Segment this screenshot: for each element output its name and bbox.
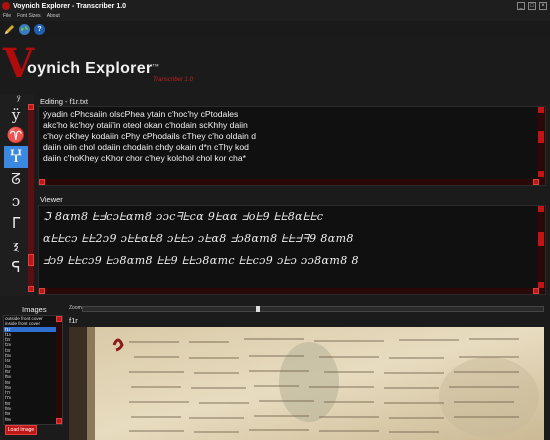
editor-line: daiin oiin chol odaiin chodain chdy okai… <box>43 142 249 152</box>
load-image-button[interactable]: Load Image <box>5 425 37 435</box>
editor-hscrollbar[interactable] <box>39 179 539 185</box>
zoom-label: Zoom <box>69 305 82 311</box>
scroll-left-button[interactable] <box>39 179 45 185</box>
image-list[interactable]: outside front cover inside front cover f… <box>3 315 63 425</box>
scroll-up-button[interactable] <box>56 316 62 322</box>
glyph-button[interactable]: ɔ <box>4 190 28 212</box>
app-window: Voynich Explorer - Transcriber 1.0 _ □ ×… <box>0 0 550 440</box>
app-logo: V oynich ExplorerTM Transcriber 1.0 <box>3 40 203 92</box>
scroll-down-button[interactable] <box>538 171 544 177</box>
viewer-line: ᖵɔ9 ᖶᖶcɔ9 ᖶɔ8ɑm8 ᖶᖶ9 ᖶᖶɔ8ɑmc ᖶᖶcɔ9 ɔᖶɔ ɔ… <box>43 254 359 267</box>
app-icon <box>2 2 10 10</box>
editor-line: ýyadin cPhcsaiin olscPhea ytain c'hoc'hy… <box>43 109 239 119</box>
maximize-button[interactable]: □ <box>528 2 536 10</box>
minimize-button[interactable]: _ <box>517 2 525 10</box>
scroll-left-button[interactable] <box>39 288 45 294</box>
pencil-icon[interactable] <box>4 24 15 35</box>
scroll-thumb[interactable] <box>28 254 34 266</box>
glyph-button[interactable]: ⲝ <box>4 234 28 256</box>
manuscript-image-view[interactable] <box>69 327 544 440</box>
image-filename: f1r <box>69 316 78 325</box>
glyph-sidebar: ÿ ÿ ♈ Ⴤ ᘔ ɔ ᒥ ⲝ ᕋ <box>0 94 34 296</box>
viewer-hscrollbar[interactable] <box>39 288 539 294</box>
scroll-down-button[interactable] <box>56 418 62 424</box>
scroll-up-button[interactable] <box>538 206 544 212</box>
viewer-label: Viewer <box>40 195 63 204</box>
glyph-button[interactable]: ᒥ <box>4 212 28 234</box>
scroll-up-button[interactable] <box>28 104 34 110</box>
scroll-right-button[interactable] <box>533 179 539 185</box>
help-icon[interactable]: ? <box>34 24 45 35</box>
editor-line: akc'ho kc'hoy otaii'in oteol okan c'hoda… <box>43 120 248 130</box>
menu-file[interactable]: File <box>3 12 11 21</box>
manuscript-image <box>69 327 544 440</box>
sidebar-scrollbar[interactable] <box>28 104 34 292</box>
list-item[interactable]: f9v <box>4 417 62 422</box>
image-list-scrollbar[interactable] <box>56 316 62 424</box>
glyph-button[interactable]: ÿ <box>4 104 28 126</box>
glyph-button-selected[interactable]: Ⴤ <box>4 146 28 168</box>
editor-vscrollbar[interactable] <box>537 107 545 185</box>
transcription-editor[interactable]: ýyadin cPhcsaiin olscPhea ytain c'hoc'hy… <box>38 106 546 186</box>
logo-tm: TM <box>152 62 159 68</box>
viewer-vscrollbar[interactable] <box>537 206 545 294</box>
images-label: Images <box>22 305 47 314</box>
scroll-thumb[interactable] <box>538 131 544 143</box>
editor-line: daiin c'hoKhey cKhor chor c'hey kolchol … <box>43 153 246 163</box>
scroll-thumb[interactable] <box>538 232 544 246</box>
glyph-viewer: ℑ 8ɑm8 ᖶᖵcɔᖶɑm8 ɔɔcᖷᖶcɑ 9ᖶɑɑ ᖵoᖶ9 ᖶᖶ8ɑᖶᖶ… <box>38 205 546 295</box>
viewer-line: ℑ 8ɑm8 ᖶᖵcɔᖶɑm8 ɔɔcᖷᖶcɑ 9ᖶɑɑ ᖵoᖶ9 ᖶᖶ8ɑᖶᖶ… <box>43 210 324 223</box>
scroll-up-button[interactable] <box>538 107 544 113</box>
viewer-line: ɑᖶᖶcɔ ᖶᖶ2ɔ9 ɔᖶᖶɑᖶ8 ɔᖶᖶɔ ɔᖶɑ8 ᖵɔ8ɑm8 ᖶᖶᖵᖷ… <box>43 232 354 245</box>
menu-about[interactable]: About <box>47 12 60 21</box>
menu-font-sizes[interactable]: Font Sizes <box>17 12 41 21</box>
window-controls: _ □ × <box>517 2 550 10</box>
glyph-button[interactable]: ♈ <box>4 124 28 146</box>
glyph-button[interactable]: ᘔ <box>4 168 28 190</box>
zoom-slider-knob[interactable] <box>256 306 260 312</box>
editor-line: c'hoy cKhey kodaiin cPhy cPhodails cThey… <box>43 131 256 141</box>
glyph-button[interactable]: ᕋ <box>4 256 28 278</box>
zoom-slider[interactable] <box>82 306 544 312</box>
title-bar: Voynich Explorer - Transcriber 1.0 _ □ × <box>0 0 550 12</box>
scroll-down-button[interactable] <box>28 286 34 292</box>
menu-bar: File Font Sizes About <box>0 12 550 21</box>
logo-subtitle: Transcriber 1.0 <box>153 77 193 83</box>
close-button[interactable]: × <box>539 2 547 10</box>
editor-label: Editing - f1r.txt <box>40 97 88 106</box>
globe-icon[interactable] <box>19 24 30 35</box>
scroll-right-button[interactable] <box>533 288 539 294</box>
logo-name: oynich Explorer <box>27 60 153 77</box>
toolbar: ? <box>0 21 550 38</box>
window-title: Voynich Explorer - Transcriber 1.0 <box>13 2 127 10</box>
logo-text: oynich ExplorerTM <box>27 60 159 78</box>
sidebar-top-glyph: ÿ <box>17 95 21 102</box>
